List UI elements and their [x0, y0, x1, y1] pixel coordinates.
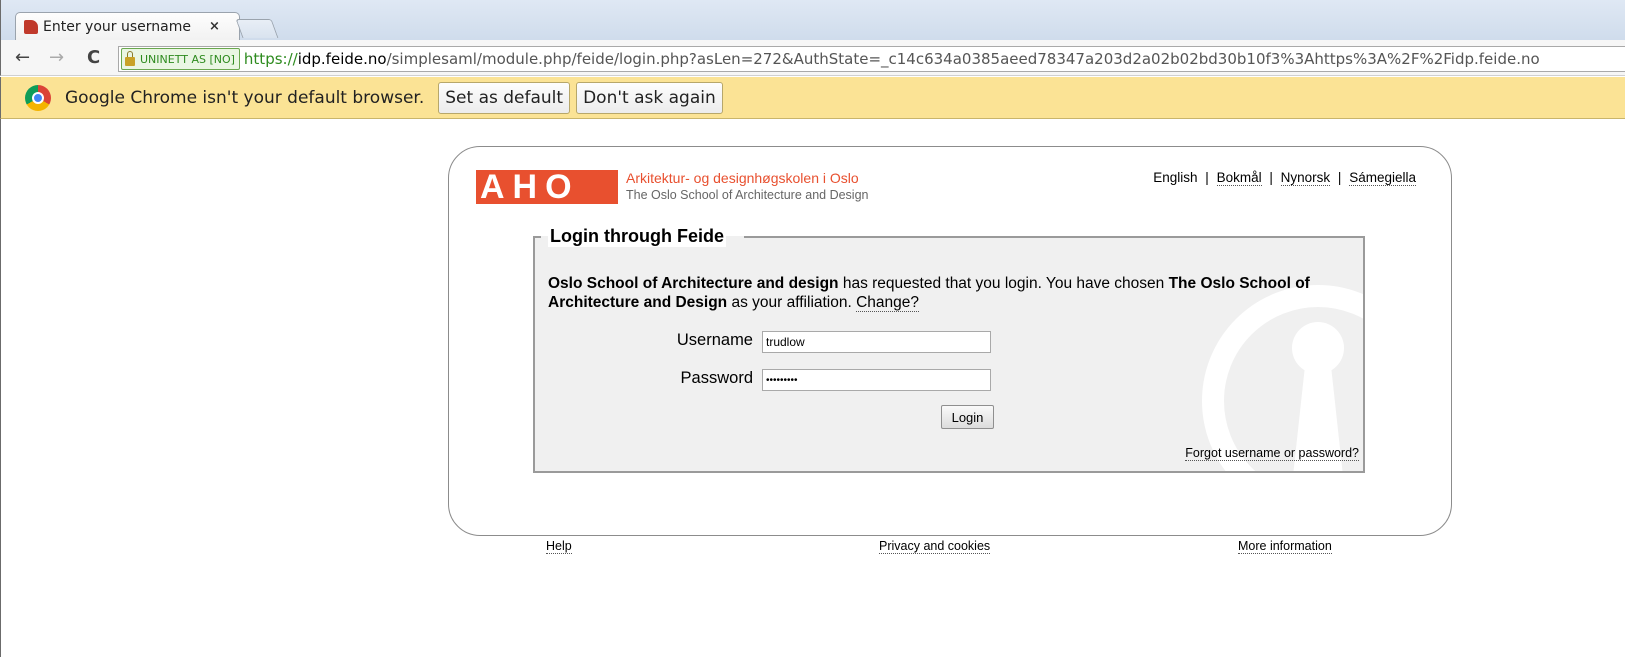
lang-bokmal-link[interactable]: Bokmål [1216, 170, 1262, 186]
password-input[interactable]: ••••••••• [762, 369, 991, 391]
reload-icon[interactable]: C [87, 49, 100, 67]
intro-text-part: as your affiliation. [727, 294, 857, 311]
intro-text-part: has requested that you login. You have c… [838, 275, 1169, 292]
tab-strip: Enter your username × [0, 0, 1625, 40]
login-button[interactable]: Login [941, 405, 994, 429]
browser-tab[interactable]: Enter your username × [15, 12, 240, 40]
privacy-cookies-link[interactable]: Privacy and cookies [879, 539, 991, 554]
window-edge [0, 119, 1, 657]
url-scheme: https:// [243, 50, 298, 68]
requesting-organization: Oslo School of Architecture and design [548, 275, 839, 292]
ev-certificate-badge[interactable]: UNINETT AS [NO] [121, 48, 240, 70]
lang-separator: | [1269, 170, 1273, 185]
username-input[interactable]: trudlow [762, 331, 991, 353]
set-as-default-button[interactable]: Set as default [438, 81, 571, 114]
fieldset-border [533, 236, 541, 238]
browser-toolbar: ← → C UNINETT AS [NO] https://idp.feide.… [0, 40, 1625, 76]
feide-favicon-icon [24, 19, 38, 34]
forgot-credentials-link[interactable]: Forgot username or password? [1185, 446, 1359, 461]
aho-logo: AHO Arkitektur- og designhøgskolen i Osl… [476, 169, 869, 205]
infobar-message: Google Chrome isn't your default browser… [65, 87, 425, 108]
chrome-logo-icon [25, 84, 51, 111]
change-affiliation-link[interactable]: Change? [856, 294, 920, 312]
login-legend: Login through Feide [548, 226, 726, 247]
lang-english: English [1153, 170, 1198, 185]
lock-icon [125, 50, 135, 66]
address-bar[interactable]: UNINETT AS [NO] https://idp.feide.no/sim… [118, 46, 1625, 72]
aho-logo-mark: AHO [476, 170, 618, 204]
tab-title: Enter your username [43, 18, 191, 35]
language-selector: English | Bokmål | Nynorsk | Sámegiella [1153, 170, 1416, 186]
new-tab-button[interactable] [235, 19, 279, 38]
dont-ask-again-button[interactable]: Don't ask again [576, 81, 723, 114]
footer-help: Help [546, 539, 572, 554]
footer-privacy: Privacy and cookies [879, 539, 991, 554]
back-arrow-icon[interactable]: ← [15, 49, 30, 67]
login-intro-text: Oslo School of Architecture and design h… [548, 274, 1348, 312]
lang-separator: | [1205, 170, 1209, 185]
url-path: /simplesaml/module.php/feide/login.php?a… [386, 50, 1540, 68]
logo-name-norwegian: Arkitektur- og designhøgskolen i Oslo [626, 170, 859, 186]
more-information-link[interactable]: More information [1238, 539, 1332, 554]
ev-certificate-label: UNINETT AS [NO] [140, 52, 235, 66]
login-fieldset [533, 236, 1365, 473]
help-link[interactable]: Help [546, 539, 572, 554]
url-host: idp.feide.no [297, 50, 387, 68]
default-browser-infobar: Google Chrome isn't your default browser… [0, 77, 1625, 119]
aho-logo-text: Arkitektur- og designhøgskolen i Oslo Th… [626, 170, 869, 204]
lang-separator: | [1337, 170, 1342, 185]
forgot-credentials-link-wrap: Forgot username or password? [1185, 446, 1359, 461]
footer-more-info: More information [1238, 539, 1332, 554]
lang-samegiella-link[interactable]: Sámegiella [1349, 170, 1416, 186]
close-icon[interactable]: × [209, 19, 220, 34]
lang-nynorsk-link[interactable]: Nynorsk [1280, 170, 1331, 186]
fieldset-border [744, 236, 1365, 238]
logo-name-english: The Oslo School of Architecture and Desi… [626, 188, 869, 202]
password-label: Password [680, 369, 753, 387]
forward-arrow-icon[interactable]: → [49, 49, 64, 67]
username-label: Username [676, 331, 753, 349]
